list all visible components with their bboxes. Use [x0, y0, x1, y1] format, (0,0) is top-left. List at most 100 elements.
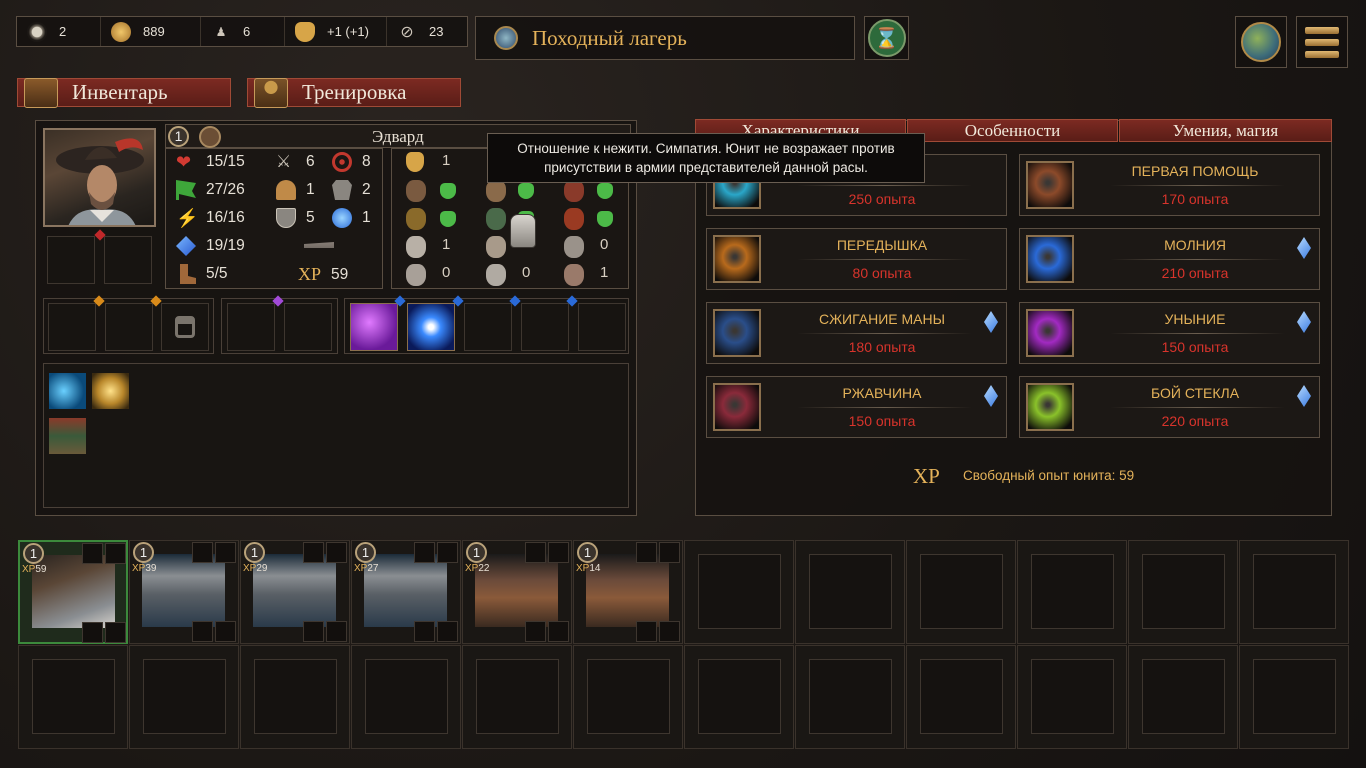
- skill-name: СЖИГАНИЕ МАНЫ: [819, 311, 945, 327]
- accessory-slot[interactable]: [227, 303, 275, 351]
- unit-item-slot[interactable]: [414, 621, 435, 642]
- main-menu-button[interactable]: [1296, 16, 1348, 68]
- unit-item-slot[interactable]: [215, 621, 236, 642]
- empty-army-slot[interactable]: [1128, 645, 1238, 749]
- skill-card[interactable]: БОЙ СТЕКЛА 220 опыта: [1019, 376, 1320, 438]
- unit-item-slot[interactable]: [82, 543, 103, 564]
- unit-item-slot[interactable]: [105, 543, 126, 564]
- unit-item-slot[interactable]: [548, 542, 569, 563]
- unit-item-slot[interactable]: [105, 622, 126, 643]
- tooltip-line: Отношение к нежити. Симпатия. Юнит не во…: [517, 141, 895, 156]
- skill-card[interactable]: УНЫНИЕ 150 опыта: [1019, 302, 1320, 364]
- empty-army-slot[interactable]: [351, 645, 461, 749]
- empty-army-slot[interactable]: [1128, 540, 1238, 644]
- accessory-slot[interactable]: [284, 303, 332, 351]
- spell-slot[interactable]: [521, 303, 569, 351]
- stat-mana: 19/19: [176, 236, 245, 256]
- trinket-slot[interactable]: [48, 303, 96, 351]
- skill-card[interactable]: РЖАВЧИНА 150 опыта: [706, 376, 1007, 438]
- empty-army-slot[interactable]: [795, 540, 905, 644]
- despair-icon: [1026, 309, 1074, 357]
- vortex-spell-icon[interactable]: [407, 303, 455, 351]
- empty-army-slot[interactable]: [18, 645, 128, 749]
- tab-training[interactable]: Тренировка: [247, 77, 461, 108]
- empty-army-slot[interactable]: [573, 645, 683, 749]
- books-perk-icon[interactable]: [49, 418, 86, 454]
- tab-features[interactable]: Особенности: [907, 119, 1118, 142]
- strike-perk-icon[interactable]: [92, 373, 129, 409]
- unit-item-slot[interactable]: [303, 621, 324, 642]
- empty-army-slot[interactable]: [684, 645, 794, 749]
- unit-item-slot[interactable]: [525, 542, 546, 563]
- empty-army-slot[interactable]: [1017, 540, 1127, 644]
- unit-level-badge: 1: [23, 543, 44, 564]
- unit-item-slot[interactable]: [659, 542, 680, 563]
- mana-crystal-icon: [176, 236, 196, 256]
- empty-army-slot[interactable]: [684, 540, 794, 644]
- locked-slot[interactable]: [161, 303, 209, 351]
- equipment-slot[interactable]: [104, 236, 152, 284]
- army-unit-slot[interactable]: 1 XP27: [351, 540, 461, 644]
- skill-card[interactable]: ПЕРЕДЫШКА 80 опыта: [706, 228, 1007, 290]
- empty-army-slot[interactable]: [795, 645, 905, 749]
- green-flag-icon: [176, 180, 196, 200]
- unit-item-slot[interactable]: [548, 621, 569, 642]
- army-unit-slot[interactable]: 1 XP29: [240, 540, 350, 644]
- unit-item-slot[interactable]: [326, 621, 347, 642]
- unit-item-slot[interactable]: [192, 542, 213, 563]
- swim-perk-icon[interactable]: [49, 373, 86, 409]
- empty-army-slot[interactable]: [462, 645, 572, 749]
- tab-inventory-label: Инвентарь: [72, 80, 168, 104]
- tab-abilities-magic-label: Умения, магия: [1172, 121, 1279, 140]
- spell-slot[interactable]: [464, 303, 512, 351]
- empty-army-slot[interactable]: [906, 645, 1016, 749]
- army-unit-slot[interactable]: 1 XP59: [18, 540, 128, 644]
- spell-slot[interactable]: [578, 303, 626, 351]
- skill-card[interactable]: ПЕРВАЯ ПОМОЩЬ 170 опыта: [1019, 154, 1320, 216]
- unit-xp: XP27: [354, 563, 378, 574]
- empty-army-slot[interactable]: [1239, 645, 1349, 749]
- unit-item-slot[interactable]: [437, 542, 458, 563]
- curse-spell-icon[interactable]: [350, 303, 398, 351]
- unit-item-slot[interactable]: [636, 621, 657, 642]
- unit-item-slot[interactable]: [326, 542, 347, 563]
- unit-item-slot[interactable]: [192, 621, 213, 642]
- tab-abilities-magic[interactable]: Умения, магия: [1119, 119, 1332, 142]
- camp-title: Походный лагерь: [532, 25, 687, 50]
- stat-movement-value: 5/5: [206, 265, 228, 282]
- skill-card[interactable]: СЖИГАНИЕ МАНЫ 180 опыта: [706, 302, 1007, 364]
- skill-cost: 220 опыта: [1161, 413, 1229, 429]
- resource-stealth: ⊘ 23: [387, 17, 467, 46]
- glass-shatter-icon: [1026, 383, 1074, 431]
- world-map-button[interactable]: [1235, 16, 1287, 68]
- empty-army-slot[interactable]: [129, 645, 239, 749]
- army-unit-slot[interactable]: 1 XP39: [129, 540, 239, 644]
- skill-card[interactable]: МОЛНИЯ 210 опыта: [1019, 228, 1320, 290]
- skill-name: УНЫНИЕ: [1164, 311, 1226, 327]
- unit-item-slot[interactable]: [82, 622, 103, 643]
- equipment-slot[interactable]: [47, 236, 95, 284]
- beast-race-icon: [406, 208, 426, 230]
- unit-item-slot[interactable]: [303, 542, 324, 563]
- unit-item-slot[interactable]: [414, 542, 435, 563]
- army-unit-slot[interactable]: 1 XP14: [573, 540, 683, 644]
- unit-item-slot[interactable]: [525, 621, 546, 642]
- tab-inventory[interactable]: Инвентарь: [17, 77, 231, 108]
- army-unit-slot[interactable]: 1 XP22: [462, 540, 572, 644]
- empty-army-slot[interactable]: [240, 645, 350, 749]
- menu-bar-icon: [1305, 38, 1339, 46]
- unit-item-slot[interactable]: [659, 621, 680, 642]
- unit-item-slot[interactable]: [437, 621, 458, 642]
- stat-attack: ⚔ 6: [276, 152, 315, 172]
- empty-army-slot[interactable]: [906, 540, 1016, 644]
- unit-item-slot[interactable]: [215, 542, 236, 563]
- hourglass-icon: ⌛: [867, 19, 906, 57]
- end-turn-button[interactable]: ⌛: [864, 16, 909, 60]
- unit-item-slot[interactable]: [636, 542, 657, 563]
- xp-label: XP: [465, 563, 479, 574]
- lightning-icon: [1026, 235, 1074, 283]
- empty-army-slot[interactable]: [1017, 645, 1127, 749]
- trinket-slot[interactable]: [105, 303, 153, 351]
- empty-army-slot[interactable]: [1239, 540, 1349, 644]
- stat-magic-resist: 1: [332, 208, 371, 228]
